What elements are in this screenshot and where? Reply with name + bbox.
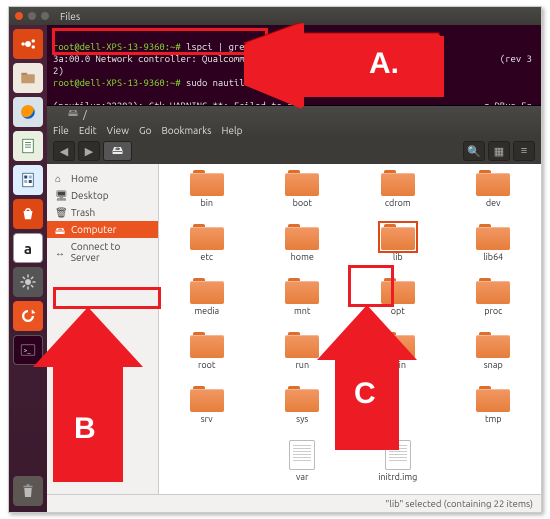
maximize-icon[interactable]	[41, 12, 49, 20]
folder-label: media	[194, 306, 219, 316]
annotation-label-c: C	[354, 377, 376, 411]
folder-proc[interactable]: proc	[446, 278, 542, 332]
folder-label: snap	[484, 360, 503, 370]
computer-small-icon: 🖴	[55, 224, 66, 235]
nautilus-menubar: File Edit View Go Bookmarks Help	[47, 122, 541, 138]
menu-view[interactable]: View	[107, 125, 129, 136]
folder-snap[interactable]: snap	[446, 332, 542, 386]
svg-text:>_: >_	[24, 347, 32, 354]
nautilus-statusbar: "lib" selected (containing 22 items)	[47, 494, 541, 512]
folder-label: tmp	[485, 414, 502, 424]
folder-root[interactable]: root	[159, 332, 255, 386]
folder-label: etc	[200, 252, 213, 262]
libreoffice-calc-icon[interactable]	[13, 165, 43, 195]
annotation-arrow-b	[33, 307, 163, 487]
annotation-arrow-a2	[244, 23, 449, 109]
nautilus-toolbar: ◀ ▶ 🖴 🔍 ▦ ≡	[47, 138, 541, 164]
ubuntu-software-icon[interactable]	[13, 199, 43, 229]
folder-icon	[190, 224, 224, 250]
folder-icon	[381, 278, 415, 304]
folder-icon	[476, 332, 510, 358]
back-button[interactable]: ◀	[53, 141, 75, 161]
minimize-icon[interactable]	[28, 12, 36, 20]
close-icon[interactable]	[15, 12, 23, 20]
folder-etc[interactable]: etc	[159, 224, 255, 278]
view-list-button[interactable]: ≡	[513, 141, 535, 161]
nautilus-title: /	[83, 109, 87, 120]
file-label: var	[296, 472, 308, 482]
folder-media[interactable]: media	[159, 278, 255, 332]
settings-icon[interactable]	[13, 267, 43, 297]
folder-icon	[190, 170, 224, 196]
folder-label: home	[291, 252, 314, 262]
folder-lib64[interactable]: lib64	[446, 224, 542, 278]
folder-srv[interactable]: srv	[159, 386, 255, 440]
folder-icon	[190, 332, 224, 358]
folder-label: bin	[200, 198, 213, 208]
libreoffice-writer-icon[interactable]	[13, 131, 43, 161]
sidebar-item-trash[interactable]: 🗑Trash	[47, 204, 158, 221]
folder-icon	[381, 224, 415, 250]
folder-cdrom[interactable]: cdrom	[350, 170, 446, 224]
drive-icon: 🖴	[112, 142, 123, 161]
desktop-icon: 🖥	[55, 190, 66, 201]
window-title: Files	[60, 11, 80, 22]
folder-lib[interactable]: lib	[350, 224, 446, 278]
folder-icon	[285, 224, 319, 250]
view-grid-button[interactable]: ▦	[488, 141, 510, 161]
file-label: initrd.img	[378, 472, 417, 482]
folder-tmp[interactable]: tmp	[446, 386, 542, 440]
forward-button[interactable]: ▶	[78, 141, 100, 161]
dash-icon[interactable]	[13, 29, 43, 59]
amazon-icon[interactable]: a	[13, 233, 43, 263]
trash-small-icon: 🗑	[55, 207, 66, 218]
folder-label: cdrom	[385, 198, 411, 208]
folder-icon	[190, 278, 224, 304]
menu-help[interactable]: Help	[222, 125, 243, 136]
folder-icon	[476, 278, 510, 304]
folder-icon	[285, 170, 319, 196]
connect-icon: ↔	[55, 247, 66, 258]
sidebar-item-connect[interactable]: ↔Connect to Server	[47, 238, 158, 266]
menu-bookmarks[interactable]: Bookmarks	[161, 125, 211, 136]
firefox-icon[interactable]	[13, 97, 43, 127]
sidebar-item-computer[interactable]: 🖴Computer	[47, 221, 158, 238]
sidebar-item-home[interactable]: ⌂Home	[47, 170, 158, 187]
folder-icon	[476, 170, 510, 196]
sidebar-item-desktop[interactable]: 🖥Desktop	[47, 187, 158, 204]
menu-file[interactable]: File	[53, 125, 69, 136]
files-icon[interactable]	[13, 63, 43, 93]
folder-label: srv	[201, 414, 213, 424]
home-icon: ⌂	[55, 173, 66, 184]
annotation-label-b: B	[74, 412, 96, 446]
path-root-button[interactable]: 🖴	[103, 141, 132, 161]
status-text: "lib" selected (containing 22 items)	[386, 498, 533, 509]
folder-icon	[190, 386, 224, 412]
menu-go[interactable]: Go	[139, 125, 151, 136]
search-button[interactable]: 🔍	[463, 141, 485, 161]
annotation-label-a: A.	[369, 47, 399, 81]
folder-icon	[476, 386, 510, 412]
folder-label: dev	[486, 198, 501, 208]
nautilus-computer-icon: 🖴	[68, 106, 78, 123]
folder-icon	[285, 278, 319, 304]
folder-label: root	[198, 360, 215, 370]
folder-dev[interactable]: dev	[446, 170, 542, 224]
folder-icon	[381, 170, 415, 196]
folder-label: proc	[484, 306, 502, 316]
folder-label: lib64	[483, 252, 503, 262]
folder-home[interactable]: home	[255, 224, 351, 278]
folder-label: boot	[293, 198, 312, 208]
folder-label: lib	[393, 252, 403, 262]
folder-bin[interactable]: bin	[159, 170, 255, 224]
menu-edit[interactable]: Edit	[79, 125, 97, 136]
folder-boot[interactable]: boot	[255, 170, 351, 224]
folder-icon	[476, 224, 510, 250]
